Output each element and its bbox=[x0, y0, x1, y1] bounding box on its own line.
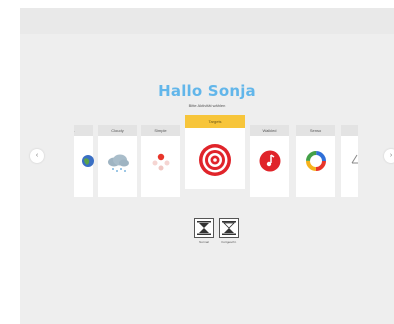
globe-icon bbox=[82, 155, 94, 167]
activity-carousel: ... Cloudy bbox=[74, 115, 358, 201]
color-ring-icon bbox=[306, 151, 326, 171]
hourglass-half-icon bbox=[219, 218, 239, 238]
music-note-icon bbox=[259, 150, 281, 172]
card-label: ... bbox=[74, 125, 93, 136]
mode-label: Normal bbox=[199, 240, 209, 244]
mode-normal[interactable]: Normal bbox=[193, 218, 215, 244]
carousel-prev-button[interactable]: ‹ bbox=[30, 149, 44, 163]
card-label: ... bbox=[341, 125, 358, 136]
activity-card-walkled[interactable]: Walkled bbox=[250, 125, 289, 197]
activity-card-globe[interactable]: ... bbox=[74, 125, 94, 197]
cloud-rain-icon bbox=[108, 154, 129, 172]
page-title: Hallo Sonja bbox=[158, 82, 256, 100]
activity-card-targets[interactable]: Targets bbox=[185, 115, 245, 189]
dots-icon bbox=[152, 153, 170, 171]
card-label: Targets bbox=[185, 115, 245, 128]
chevron-left-icon: ‹ bbox=[35, 152, 39, 159]
card-label: Simple bbox=[141, 125, 180, 136]
page-subtitle: Bitte Aktivität wählen bbox=[188, 103, 226, 108]
top-bar bbox=[20, 8, 394, 34]
mode-advanced[interactable]: Fortgeschr. bbox=[218, 218, 240, 244]
activity-card-senso[interactable]: Senso bbox=[296, 125, 335, 197]
activity-card-partial[interactable]: ... bbox=[341, 125, 358, 197]
carousel-next-button[interactable]: › bbox=[384, 149, 394, 163]
mode-label: Fortgeschr. bbox=[221, 240, 237, 244]
card-label: Cloudy bbox=[98, 125, 137, 136]
activity-card-simple[interactable]: Simple bbox=[141, 125, 180, 197]
line-icon bbox=[351, 154, 358, 164]
card-label: Walkled bbox=[250, 125, 289, 136]
card-label: Senso bbox=[296, 125, 335, 136]
chevron-right-icon: › bbox=[389, 152, 393, 159]
activity-card-cloudy[interactable]: Cloudy bbox=[98, 125, 137, 197]
app-screen: Hallo Sonja Bitte Aktivität wählen ‹ › .… bbox=[20, 8, 394, 324]
hourglass-icon bbox=[194, 218, 214, 238]
target-icon bbox=[199, 144, 231, 176]
